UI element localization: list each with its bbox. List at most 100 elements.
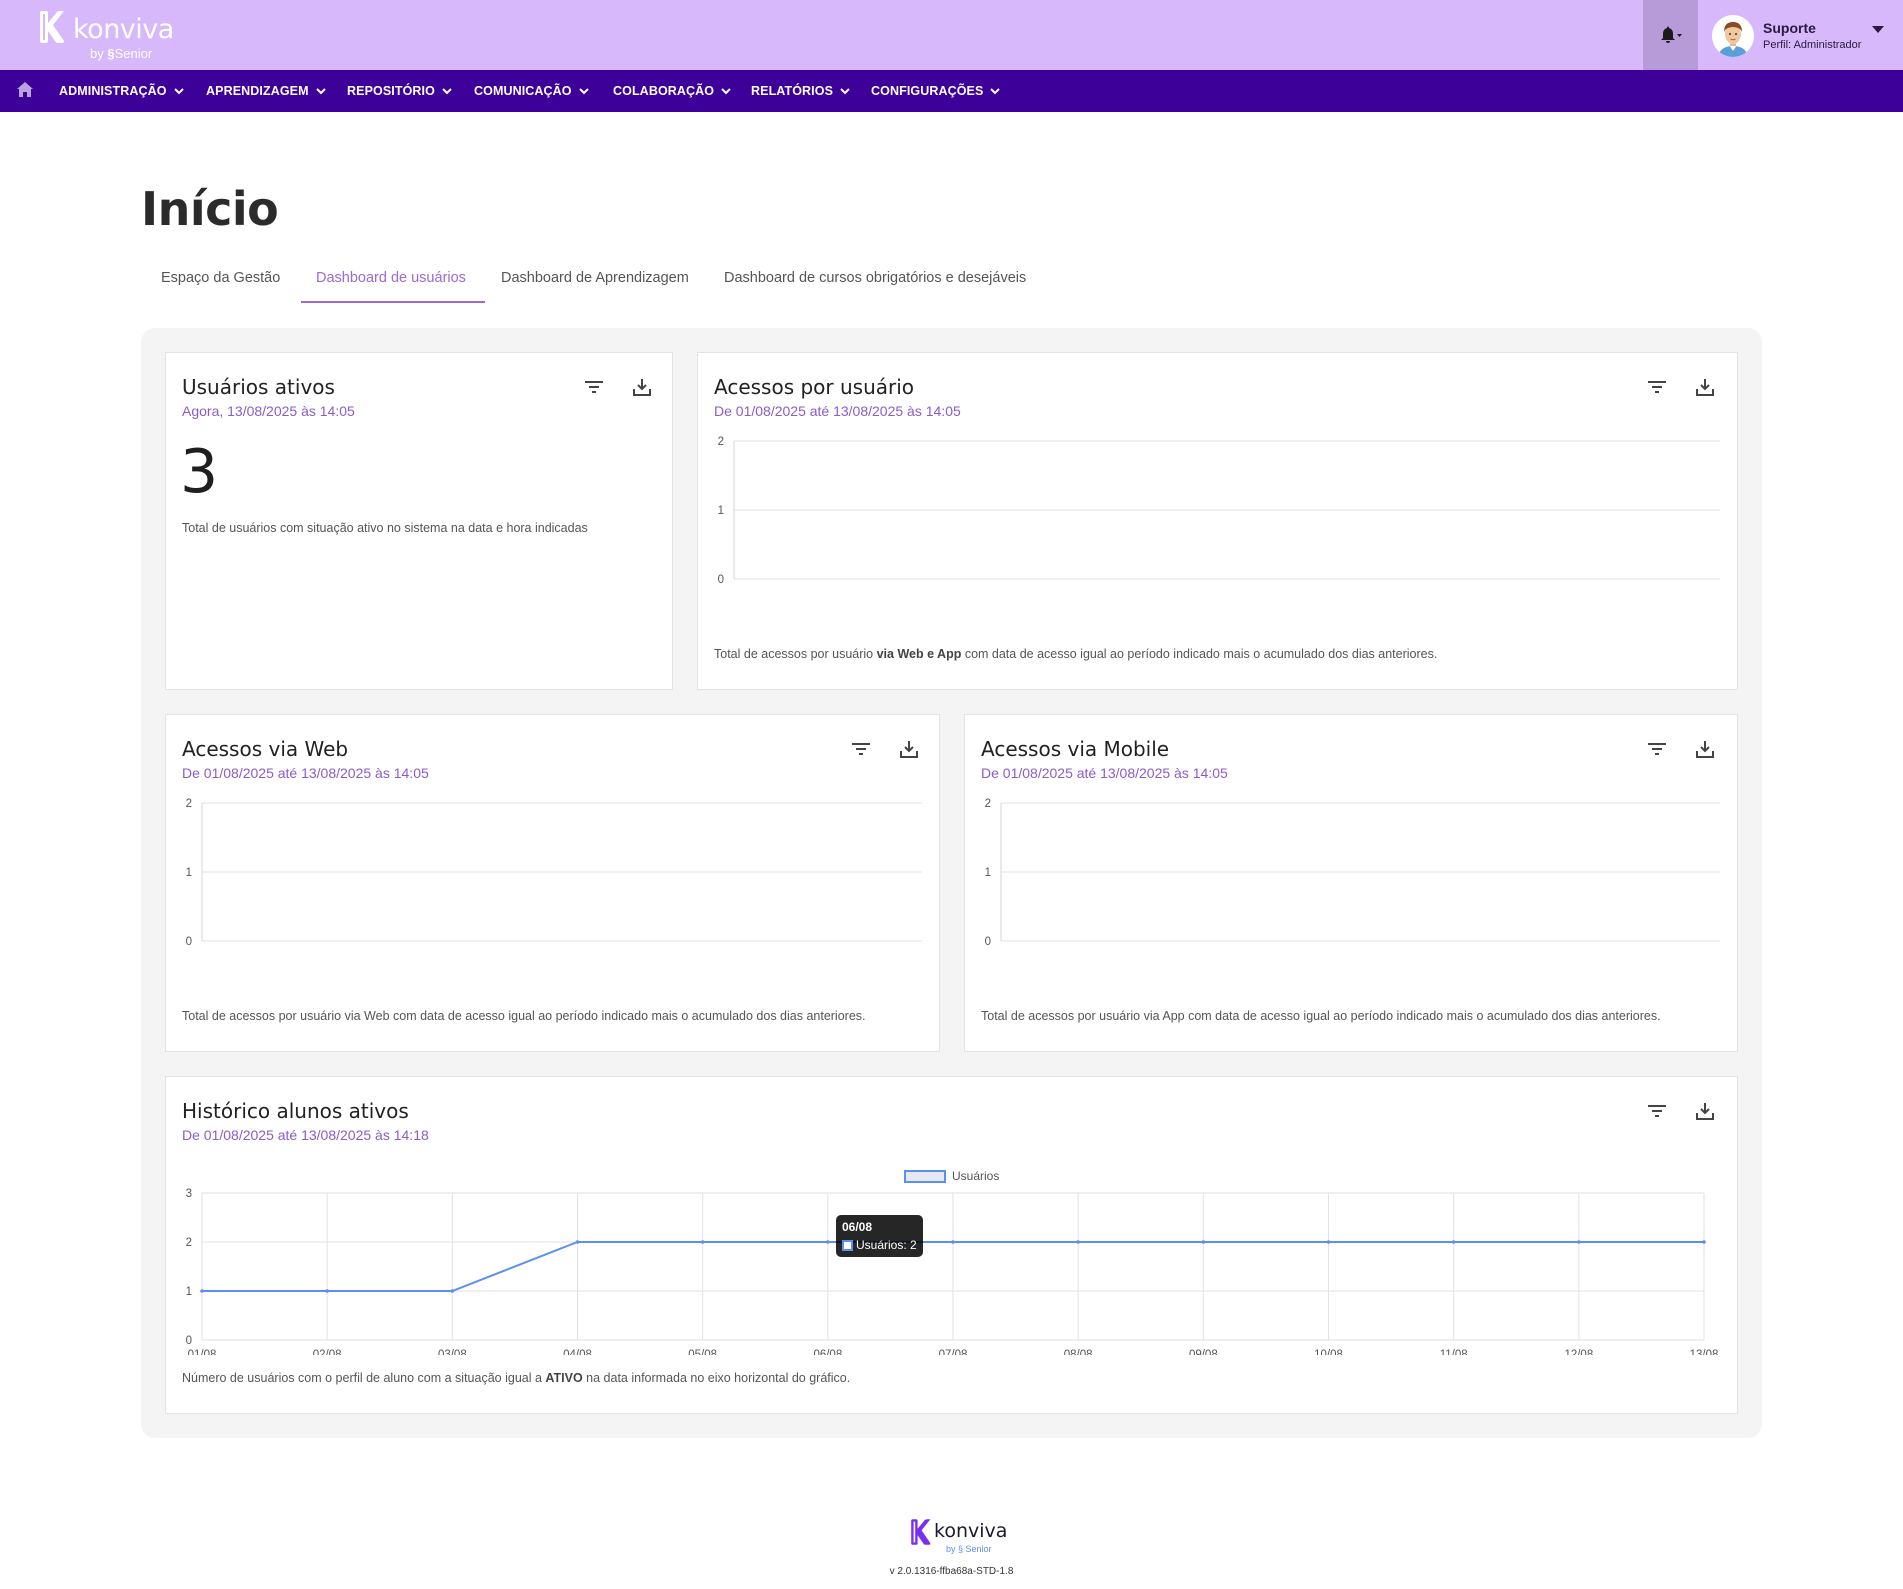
card-acessos-via-mobile: Acessos via Mobile De 01/08/2025 até 13/… — [964, 714, 1738, 1052]
x-tick-label: 02/08 — [313, 1349, 342, 1355]
tooltip-row: Usuários: 2 — [842, 1238, 917, 1252]
x-tick-label: 05/08 — [688, 1349, 717, 1355]
card-title: Acessos por usuário — [714, 375, 915, 399]
konviva-logo[interactable]: konviva by §Senior — [36, 8, 176, 64]
y-tick-label: 0 — [985, 936, 991, 948]
desc-text: Número de usuários com o perfil de aluno… — [182, 1371, 546, 1385]
card-subtitle: De 01/08/2025 até 13/08/2025 às 14:05 — [981, 765, 1228, 781]
home-icon[interactable] — [17, 82, 33, 97]
download-icon[interactable] — [897, 737, 921, 761]
konviva-logo-mark-icon — [40, 11, 64, 43]
bell-icon — [1660, 26, 1682, 43]
y-tick-label: 2 — [985, 798, 991, 810]
data-point[interactable] — [700, 1240, 705, 1244]
filter-icon[interactable] — [1645, 375, 1669, 399]
card-acessos-via-web: Acessos via Web De 01/08/2025 até 13/08/… — [165, 714, 940, 1052]
nav-relatorios[interactable]: RELATÓRIOS — [751, 70, 850, 112]
logo-wordmark: konviva — [73, 14, 174, 45]
chart-acessos-por-usuario: 0 1 2 — [718, 436, 1720, 586]
chart-legend[interactable]: Usuários — [904, 1169, 999, 1183]
nav-label: ADMINISTRAÇÃO — [59, 84, 167, 98]
data-point[interactable] — [1201, 1240, 1206, 1244]
chevron-down-icon — [840, 87, 850, 94]
chevron-down-icon[interactable] — [1872, 26, 1884, 34]
y-tick-label: 1 — [718, 505, 724, 517]
avatar[interactable] — [1712, 15, 1754, 57]
nav-administracao[interactable]: ADMINISTRAÇÃO — [59, 70, 184, 112]
data-point[interactable] — [951, 1240, 955, 1244]
data-point[interactable] — [1577, 1240, 1581, 1244]
data-point[interactable] — [1451, 1240, 1456, 1244]
filter-icon[interactable] — [1645, 1099, 1669, 1123]
card-description: Total de acessos por usuário via Web com… — [182, 1009, 866, 1023]
data-point[interactable] — [200, 1289, 204, 1293]
card-acessos-por-usuario: Acessos por usuário De 01/08/2025 até 13… — [697, 352, 1738, 690]
dashboard-panel: Usuários ativos Agora, 13/08/2025 às 14:… — [141, 328, 1762, 1438]
desc-text: na data informada no eixo horizontal do … — [582, 1371, 851, 1385]
nav-aprendizagem[interactable]: APRENDIZAGEM — [206, 70, 326, 112]
card-title: Usuários ativos — [182, 375, 335, 399]
nav-repositorio[interactable]: REPOSITÓRIO — [347, 70, 452, 112]
data-point[interactable] — [826, 1240, 830, 1244]
card-title: Acessos via Mobile — [981, 737, 1170, 761]
active-users-count: 3 — [180, 437, 219, 507]
filter-icon[interactable] — [1645, 737, 1669, 761]
nav-comunicacao[interactable]: COMUNICAÇÃO — [474, 70, 589, 112]
user-role: Perfil: Administrador — [1763, 39, 1862, 51]
y-tick-label: 0 — [186, 936, 192, 948]
nav-configuracoes[interactable]: CONFIGURAÇÕES — [871, 70, 1001, 112]
app-version: v 2.0.1316-ffba68a-STD-1.8 — [889, 1566, 1014, 1577]
y-tick-label: 1 — [186, 867, 192, 879]
tab-espaco-da-gestao[interactable]: Espaço da Gestão — [161, 270, 280, 286]
data-point[interactable] — [1076, 1240, 1080, 1244]
y-tick-label: 2 — [186, 1237, 192, 1249]
y-tick-label: 3 — [186, 1188, 192, 1200]
tab-dashboard-de-aprendizagem[interactable]: Dashboard de Aprendizagem — [501, 270, 689, 286]
y-tick-label: 2 — [718, 436, 724, 448]
download-icon[interactable] — [1693, 737, 1717, 761]
card-title: Histórico alunos ativos — [182, 1099, 409, 1123]
nav-colaboracao[interactable]: COLABORAÇÃO — [613, 70, 731, 112]
footer-logo: konviva by § Senior — [906, 1518, 1008, 1558]
tab-dashboard-de-cursos[interactable]: Dashboard de cursos obrigatórios e desej… — [724, 270, 1026, 286]
footer-wordmark: konviva — [934, 1520, 1008, 1542]
chevron-down-icon — [578, 87, 589, 94]
page-title: Início — [141, 182, 279, 236]
data-point[interactable] — [450, 1289, 455, 1293]
card-description: Total de usuários com situação ativo no … — [182, 521, 588, 535]
nav-label: COMUNICAÇÃO — [474, 84, 572, 98]
tab-dashboard-de-usuarios[interactable]: Dashboard de usuários — [316, 270, 466, 286]
filter-icon[interactable] — [582, 375, 606, 399]
nav-label: CONFIGURAÇÕES — [871, 84, 984, 98]
card-historico-alunos-ativos: Histórico alunos ativos De 01/08/2025 at… — [165, 1076, 1738, 1414]
download-icon[interactable] — [1693, 375, 1717, 399]
card-description: Total de acessos por usuário via App com… — [981, 1009, 1661, 1023]
desc-bold: via Web e App — [876, 647, 962, 661]
konviva-logo-mark-icon — [911, 1519, 931, 1545]
user-menu[interactable]: Suporte Perfil: Administrador — [1712, 14, 1892, 58]
logo-by-text: by — [90, 46, 104, 61]
legend-swatch — [904, 1169, 946, 1183]
data-point[interactable] — [1326, 1240, 1331, 1244]
data-point[interactable] — [325, 1289, 329, 1293]
x-tick-label: 08/08 — [1064, 1349, 1093, 1355]
data-point[interactable] — [1702, 1240, 1706, 1244]
download-icon[interactable] — [630, 375, 654, 399]
desc-bold: ATIVO — [545, 1371, 583, 1385]
chart-tooltip: 06/08 Usuários: 2 — [836, 1215, 923, 1257]
nav-label: COLABORAÇÃO — [613, 84, 715, 98]
footer-by-senior: by § Senior — [946, 1544, 992, 1554]
x-tick-label: 01/08 — [188, 1349, 217, 1355]
nav-label: REPOSITÓRIO — [347, 84, 435, 98]
data-point[interactable] — [575, 1240, 580, 1244]
notifications-button[interactable] — [1643, 0, 1698, 70]
filter-icon[interactable] — [849, 737, 873, 761]
nav-label: RELATÓRIOS — [751, 84, 834, 98]
card-title: Acessos via Web — [182, 737, 349, 761]
download-icon[interactable] — [1693, 1099, 1717, 1123]
desc-text: Total de acessos por usuário — [714, 647, 877, 661]
y-tick-label: 0 — [718, 574, 724, 586]
x-tick-label: 11/08 — [1440, 1349, 1468, 1355]
logo-by-senior: by §Senior — [90, 46, 153, 61]
chevron-down-icon — [990, 87, 1001, 94]
